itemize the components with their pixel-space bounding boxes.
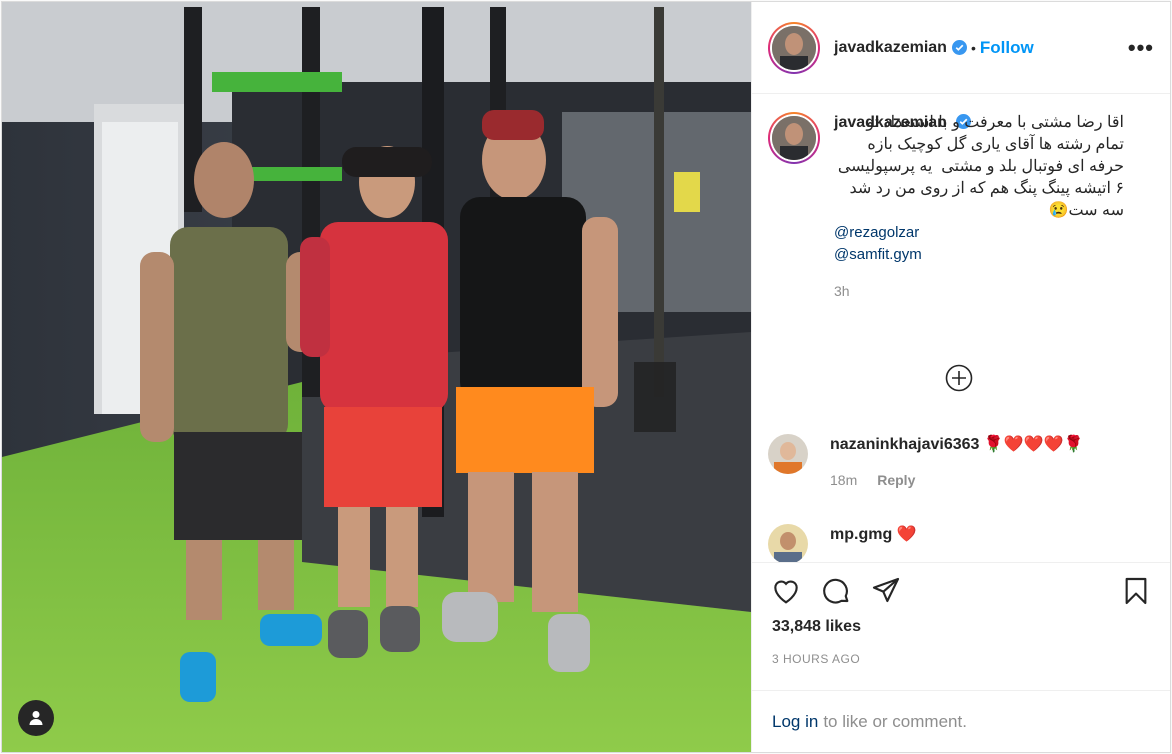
likes-count[interactable]: 33,848 likes — [752, 618, 1170, 646]
avatar-photo — [772, 116, 816, 160]
login-link[interactable]: Log in — [772, 712, 818, 732]
load-more-comments-icon[interactable] — [945, 364, 973, 392]
save-bookmark-icon[interactable] — [1120, 575, 1152, 607]
login-prompt: Log in to like or comment. — [752, 690, 1170, 752]
avatar-photo — [768, 524, 808, 562]
comment-text: 🌹❤️❤️❤️🌹 — [983, 436, 1084, 453]
comment-time: 18m — [830, 472, 858, 488]
like-heart-icon[interactable] — [770, 575, 802, 607]
gym-photo — [2, 2, 751, 752]
comment-item: mp.gmg ❤️ — [768, 524, 917, 562]
post-header: javadkazemian • Follow ••• — [752, 2, 1170, 94]
comment-username[interactable]: mp.gmg — [830, 526, 892, 543]
post-photo[interactable] — [2, 2, 751, 752]
action-bar — [752, 562, 1170, 618]
reply-button[interactable]: Reply — [877, 472, 915, 488]
comment-bubble-icon[interactable] — [820, 575, 852, 607]
comments-section: javadkazemian اقا رضا مشتی با معرفت و با… — [752, 94, 1170, 562]
caption-body: javadkazemian اقا رضا مشتی با معرفت و با… — [834, 112, 1124, 302]
commenter-avatar[interactable] — [768, 524, 808, 562]
commenter-avatar[interactable] — [768, 434, 808, 474]
caption-time: 3h — [834, 283, 850, 299]
tagged-users-button[interactable] — [18, 700, 54, 736]
login-prompt-text: to like or comment. — [823, 711, 967, 731]
avatar-photo — [772, 25, 816, 70]
user-icon — [29, 711, 43, 725]
author-avatar[interactable] — [768, 21, 820, 74]
post-container: javadkazemian • Follow ••• javadkazemian… — [1, 1, 1171, 753]
caption-avatar[interactable] — [768, 112, 820, 164]
comment-text: ❤️ — [896, 526, 917, 543]
share-paper-plane-icon[interactable] — [870, 575, 902, 607]
mention-link[interactable]: @rezagolzar — [834, 222, 1124, 244]
post-side-panel: javadkazemian • Follow ••• javadkazemian… — [751, 2, 1170, 752]
post-timestamp: 3 HOURS AGO — [772, 652, 861, 666]
separator-dot: • — [970, 39, 976, 56]
mention-link[interactable]: @samfit.gym — [834, 244, 1124, 266]
caption: javadkazemian اقا رضا مشتی با معرفت و با… — [768, 112, 1154, 302]
author-username[interactable]: javadkazemian — [834, 39, 947, 57]
more-options-icon[interactable]: ••• — [1128, 36, 1154, 59]
verified-badge-icon — [951, 40, 967, 55]
comment-username[interactable]: nazaninkhajavi6363 — [830, 436, 979, 453]
avatar-photo — [768, 434, 808, 474]
comment-item: nazaninkhajavi6363 🌹❤️❤️❤️🌹 18m Reply — [768, 434, 1083, 488]
caption-text: اقا رضا مشتی با معرفت و با استعداد تو تم… — [833, 114, 1124, 219]
follow-button[interactable]: Follow — [980, 38, 1034, 58]
